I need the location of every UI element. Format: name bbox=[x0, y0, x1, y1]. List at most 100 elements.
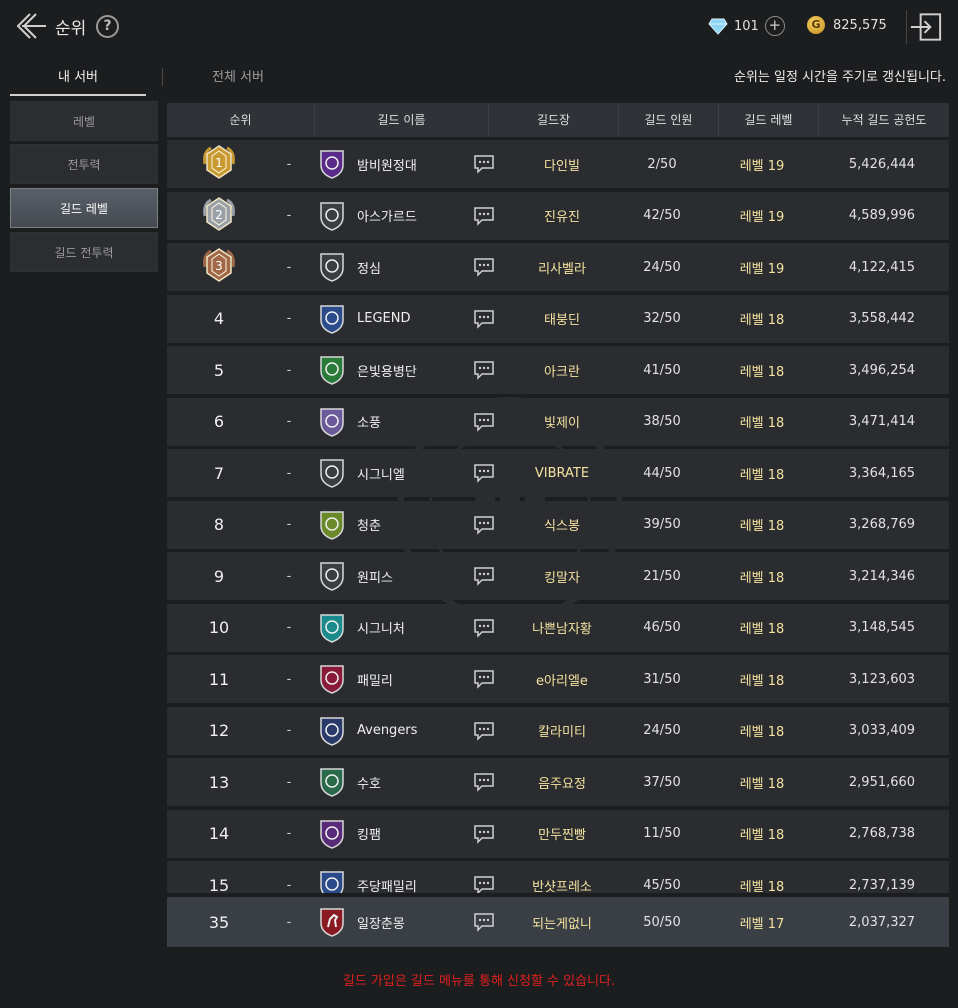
chat-button[interactable] bbox=[467, 618, 501, 638]
chat-button[interactable] bbox=[467, 824, 501, 844]
chat-icon[interactable] bbox=[473, 912, 495, 932]
table-row[interactable]: 3 - 정심 리사벨라 24/50 레벨 19 4,122,415 bbox=[167, 243, 949, 291]
tab-all-servers[interactable]: 전체 서버 bbox=[170, 66, 306, 96]
guild-master: 빛제이 bbox=[544, 416, 580, 431]
back-arrow-icon[interactable] bbox=[12, 8, 48, 44]
guild-name[interactable]: 청춘 bbox=[357, 515, 467, 534]
guild-name[interactable]: 일장춘몽 bbox=[357, 913, 467, 932]
my-guild-row[interactable]: 35 - 일장춘몽 되는게없니 50/50 레벨 17 2,037,327 bbox=[167, 897, 949, 947]
guild-name[interactable]: 정심 bbox=[357, 258, 467, 277]
chat-icon[interactable] bbox=[473, 463, 495, 483]
tab-my-server[interactable]: 내 서버 bbox=[10, 66, 146, 96]
guild-emblem bbox=[307, 304, 357, 334]
chat-button[interactable] bbox=[467, 515, 501, 535]
chat-icon[interactable] bbox=[473, 515, 495, 535]
guild-emblem bbox=[307, 407, 357, 437]
chat-icon[interactable] bbox=[473, 721, 495, 741]
chat-button[interactable] bbox=[467, 566, 501, 586]
chat-icon[interactable] bbox=[473, 772, 495, 792]
chat-button[interactable] bbox=[467, 463, 501, 483]
chat-button[interactable] bbox=[467, 154, 501, 174]
chat-icon[interactable] bbox=[473, 154, 495, 174]
chat-button[interactable] bbox=[467, 772, 501, 792]
table-row[interactable]: 2 - 아스가르드 진유진 42/50 레벨 19 4,589,996 bbox=[167, 191, 949, 240]
table-row[interactable]: 12 - Avengers 칼라미티 24/50 레벨 18 3,033,409 bbox=[167, 706, 949, 755]
chat-icon[interactable] bbox=[473, 875, 495, 893]
table-row[interactable]: 15 - 주당패밀리 반샷프레소 45/50 레벨 18 2,737,139 bbox=[167, 861, 949, 893]
table-row[interactable]: 14 - 킹팸 만두찐빵 11/50 레벨 18 2,768,738 bbox=[167, 809, 949, 858]
guild-master: 되는게없니 bbox=[532, 916, 592, 932]
chat-icon[interactable] bbox=[473, 206, 495, 226]
guild-members: 50/50 bbox=[643, 914, 681, 930]
chat-button[interactable] bbox=[467, 669, 501, 689]
guild-master: 나쁜남자황 bbox=[532, 622, 592, 637]
guild-master: 킹말자 bbox=[544, 570, 580, 586]
guild-name[interactable]: 수호 bbox=[357, 773, 467, 792]
chat-button[interactable] bbox=[467, 309, 501, 329]
side-menu-guild-level[interactable]: 길드 레벨 bbox=[10, 188, 158, 228]
chat-icon[interactable] bbox=[473, 412, 495, 432]
table-row[interactable]: 8 - 청춘 식스봉 39/50 레벨 18 3,268,769 bbox=[167, 500, 949, 549]
purple-star-badge-icon bbox=[320, 819, 344, 849]
add-gems-button[interactable]: + bbox=[764, 16, 785, 36]
guild-name[interactable]: 시그니엘 bbox=[357, 464, 467, 483]
ranking-table[interactable]: 순위 길드 이름 길드장 길드 인원 길드 레벨 누적 길드 공헌도 1 - 밤비원… bbox=[167, 103, 949, 893]
gold-currency: G 825,575 bbox=[807, 16, 887, 34]
guild-name[interactable]: 밤비원정대 bbox=[357, 155, 467, 174]
guild-contribution: 2,037,327 bbox=[848, 914, 916, 930]
side-menu-guild-combat-power[interactable]: 길드 전투력 bbox=[10, 232, 158, 272]
rank-medal-icon: 3 bbox=[203, 248, 235, 282]
side-menu-level[interactable]: 레벨 bbox=[10, 101, 158, 141]
rank-number: 1 bbox=[215, 156, 223, 170]
table-row[interactable]: 5 - 은빛용병단 아크란 41/50 레벨 18 3,496,254 bbox=[167, 346, 949, 394]
table-row[interactable]: 7 - 시그니엘 VIBRATE 44/50 레벨 18 3,364,165 bbox=[167, 449, 949, 497]
guild-name[interactable]: LEGEND bbox=[357, 311, 467, 326]
chat-icon[interactable] bbox=[473, 309, 495, 329]
guild-level: 레벨 18 bbox=[739, 570, 785, 586]
chat-icon[interactable] bbox=[473, 257, 495, 277]
chat-icon[interactable] bbox=[473, 824, 495, 844]
guild-name[interactable]: 시그니처 bbox=[357, 618, 467, 637]
chat-button[interactable] bbox=[467, 360, 501, 380]
table-row[interactable]: 11 - 패밀리 e아리엘e 31/50 레벨 18 3,123,603 bbox=[167, 655, 949, 703]
rank-medal-icon: 2 bbox=[203, 196, 235, 231]
guild-name[interactable]: 아스가르드 bbox=[357, 206, 467, 225]
rank-number: 8 bbox=[213, 515, 225, 534]
guild-name[interactable]: 주당패밀리 bbox=[357, 876, 467, 894]
table-row[interactable]: 13 - 수호 음주요정 37/50 레벨 18 2,951,660 bbox=[167, 758, 949, 806]
table-row[interactable]: 4 - LEGEND 태붕딘 32/50 레벨 18 3,558,442 bbox=[167, 294, 949, 343]
chat-icon[interactable] bbox=[473, 618, 495, 638]
guild-contribution: 3,268,769 bbox=[848, 517, 916, 532]
chat-button[interactable] bbox=[467, 912, 501, 932]
rank-number: 14 bbox=[208, 824, 230, 843]
chat-button[interactable] bbox=[467, 206, 501, 226]
chat-button[interactable] bbox=[467, 412, 501, 432]
guild-level: 레벨 18 bbox=[739, 313, 785, 328]
guild-name[interactable]: 킹팸 bbox=[357, 824, 467, 843]
guild-name[interactable]: Avengers bbox=[357, 723, 467, 738]
guild-name[interactable]: 은빛용병단 bbox=[357, 361, 467, 380]
table-row[interactable]: 6 - 소풍 빛제이 38/50 레벨 18 3,471,414 bbox=[167, 397, 949, 446]
chat-icon[interactable] bbox=[473, 669, 495, 689]
blue-cross-badge-icon bbox=[320, 304, 344, 334]
table-row[interactable]: 1 - 밤비원정대 다인빌 2/50 레벨 19 5,426,444 bbox=[167, 140, 949, 188]
table-row[interactable]: 9 - 원피스 킹말자 21/50 레벨 18 3,214,346 bbox=[167, 552, 949, 600]
rank-medal: 3 bbox=[167, 245, 271, 289]
chat-icon[interactable] bbox=[473, 360, 495, 380]
help-icon[interactable]: ? bbox=[96, 15, 119, 38]
guild-members: 44/50 bbox=[643, 465, 681, 481]
chat-icon[interactable] bbox=[473, 566, 495, 586]
chat-button[interactable] bbox=[467, 875, 501, 893]
guild-name[interactable]: 원피스 bbox=[357, 567, 467, 586]
chat-button[interactable] bbox=[467, 721, 501, 741]
guild-members: 21/50 bbox=[643, 568, 681, 584]
side-menu-combat-power[interactable]: 전투력 bbox=[10, 144, 158, 184]
guild-name[interactable]: 소풍 bbox=[357, 412, 467, 431]
exit-icon[interactable] bbox=[906, 10, 944, 44]
guild-members: 39/50 bbox=[643, 517, 681, 532]
guild-name[interactable]: 패밀리 bbox=[357, 670, 467, 689]
guild-members: 24/50 bbox=[643, 259, 681, 275]
table-row[interactable]: 10 - 시그니처 나쁜남자황 46/50 레벨 18 3,148,545 bbox=[167, 603, 949, 652]
guild-master: VIBRATE bbox=[534, 465, 590, 481]
chat-button[interactable] bbox=[467, 257, 501, 277]
